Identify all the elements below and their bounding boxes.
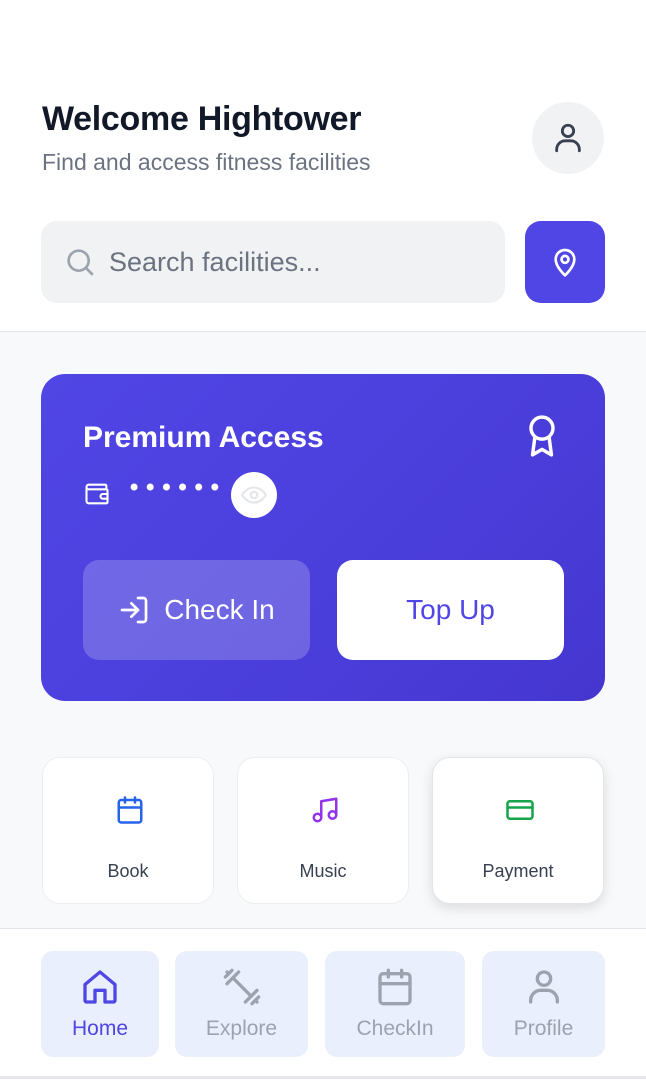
nav-label: CheckIn (356, 1017, 434, 1040)
nav-label: Profile (513, 1017, 574, 1040)
music-icon (312, 797, 338, 823)
eye-icon (241, 486, 267, 504)
user-icon (528, 970, 559, 1004)
quick-action-music[interactable]: Music (237, 757, 409, 904)
home-icon (83, 970, 117, 1004)
search-icon (63, 245, 97, 279)
page-subtitle: Find and access fitness facilities (42, 149, 371, 175)
quick-action-label: Payment (482, 861, 554, 881)
calendar-icon (117, 796, 143, 824)
log-in-icon (120, 596, 148, 624)
header: Welcome Hightower Find and access fitnes… (0, 0, 646, 332)
nav-label: Home (71, 1017, 129, 1040)
membership-card: Premium Access •••••• Check In Top Up (41, 374, 605, 701)
quick-action-book[interactable]: Book (42, 757, 214, 904)
dumbbell-icon (223, 968, 260, 1006)
membership-title: Premium Access (83, 421, 324, 454)
location-button[interactable] (525, 221, 605, 303)
search-input[interactable] (109, 246, 489, 278)
check-in-button[interactable]: Check In (83, 560, 310, 660)
map-pin-icon (554, 248, 576, 277)
wallet-icon (85, 483, 109, 505)
top-up-button[interactable]: Top Up (337, 560, 564, 660)
quick-action-label: Book (107, 861, 149, 881)
award-icon (529, 415, 555, 457)
hidden-balance: •••••• (127, 474, 224, 502)
profile-avatar-button[interactable] (532, 102, 604, 174)
nav-label: Explore (205, 1017, 278, 1040)
top-up-label: Top Up (406, 594, 495, 625)
nav-profile[interactable]: Profile (482, 951, 605, 1057)
user-icon (555, 123, 581, 153)
credit-card-icon (506, 800, 534, 820)
search-bar (41, 221, 505, 303)
quick-action-label: Music (299, 861, 347, 881)
nav-explore[interactable]: Explore (175, 951, 308, 1057)
bottom-navigation: Home Explore CheckIn Profile (0, 928, 646, 1080)
check-in-label: Check In (164, 594, 275, 625)
nav-home[interactable]: Home (41, 951, 159, 1057)
calendar-icon (378, 968, 412, 1006)
page-title: Welcome Hightower (42, 100, 362, 138)
nav-checkin[interactable]: CheckIn (325, 951, 465, 1057)
quick-action-payment[interactable]: Payment (432, 757, 604, 904)
home-indicator-divider (0, 1076, 646, 1079)
toggle-balance-button[interactable] (231, 472, 277, 518)
